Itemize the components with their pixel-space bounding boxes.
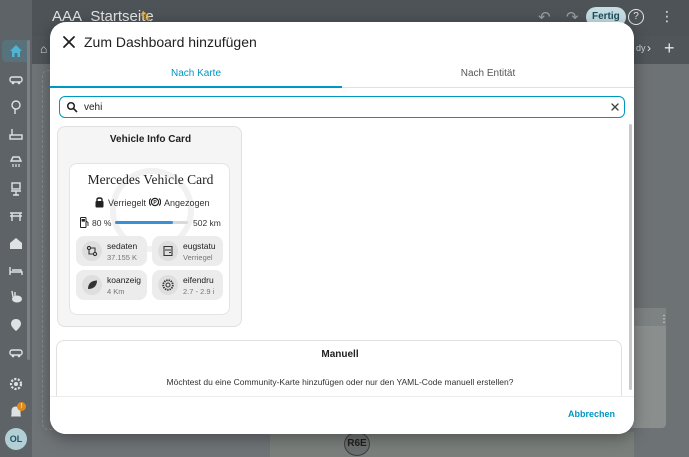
parking-brake-status: Angezogen	[164, 198, 210, 208]
add-to-dashboard-dialog: Zum Dashboard hinzufügen Nach Karte Nach…	[50, 22, 634, 434]
pin-icon[interactable]	[8, 99, 24, 115]
dialog-scrollbar[interactable]	[628, 120, 633, 396]
close-icon[interactable]	[60, 33, 78, 51]
tile-value: 37.155 K	[107, 253, 138, 262]
preview-tile-vehicle-status: eugstatu Verriegel	[152, 236, 223, 266]
car-door-icon	[158, 241, 178, 261]
view-tab-partial[interactable]: dy	[636, 43, 646, 53]
fuel-progress-fill	[115, 221, 174, 224]
manual-title: Manuell	[321, 349, 359, 360]
desk-chair-icon[interactable]	[8, 181, 24, 197]
desk-icon[interactable]	[8, 126, 24, 142]
trip-icon	[82, 241, 102, 261]
settings-gear-icon[interactable]	[8, 376, 24, 392]
tab-by-entity[interactable]: Nach Entität	[342, 62, 634, 88]
tile-name: eugstatu	[183, 241, 216, 251]
fuel-progress-bar	[115, 221, 188, 224]
tile-value: 4 Km	[107, 287, 125, 296]
shower-icon[interactable]	[8, 153, 24, 169]
card-options-icon[interactable]: ⋮	[659, 314, 669, 325]
user-avatar[interactable]: OL	[5, 428, 27, 450]
tile-value: Verriegel	[183, 253, 213, 262]
preview-status-row: Verriegelt P Angezogen	[70, 196, 229, 210]
dialog-footer: Abbrechen	[50, 396, 634, 434]
preview-tile-tire-pressure: eifendru 2.7 - 2.9 i	[152, 270, 223, 300]
parking-brake-icon: P	[149, 197, 161, 207]
card-result-vehicle-info[interactable]: Vehicle Info Card Mercedes Vehicle Card …	[57, 126, 242, 327]
map-strip: R6E	[270, 432, 634, 457]
map-marker[interactable]: R6E	[344, 432, 370, 456]
sidebar-scrollbar[interactable]	[27, 40, 30, 360]
clear-search-icon[interactable]	[609, 101, 621, 113]
scrollbar-thumb[interactable]	[629, 124, 632, 390]
preview-range-row: 80 % 502 km	[70, 217, 229, 229]
notification-badge: !	[17, 402, 26, 411]
tile-value: 2.7 - 2.9 i	[183, 287, 215, 296]
preview-vehicle-name: Mercedes Vehicle Card	[87, 172, 214, 187]
preview-tile-eco: koanzeig 4 Km	[76, 270, 147, 300]
house-icon[interactable]	[8, 235, 24, 251]
preview-tile-trip: sedaten 37.155 K	[76, 236, 147, 266]
home-tab-icon[interactable]: ⌂	[40, 42, 47, 56]
tile-name: eifendru	[183, 275, 214, 285]
map-card: ⋮	[630, 308, 669, 428]
tab-by-card[interactable]: Nach Karte	[50, 62, 342, 88]
dialog-tabs: Nach Karte Nach Entität	[50, 62, 634, 88]
table-icon[interactable]	[8, 208, 24, 224]
card-result-title: Vehicle Info Card	[109, 134, 192, 145]
cancel-button[interactable]: Abbrechen	[568, 409, 615, 419]
tile-name: koanzeig	[107, 275, 142, 285]
card-preview: Mercedes Vehicle Card Verriegelt P Angez…	[69, 163, 230, 315]
more-options-icon[interactable]: ⋮	[660, 8, 674, 25]
lock-status: Verriegelt	[108, 198, 147, 208]
fuel-percent: 80 %	[92, 218, 112, 228]
rabbit-icon[interactable]	[8, 289, 24, 305]
car-icon[interactable]	[8, 71, 24, 87]
dialog-header: Zum Dashboard hinzufügen	[50, 22, 634, 62]
lock-icon	[95, 197, 104, 208]
add-view-icon[interactable]: +	[664, 38, 675, 59]
dialog-title: Zum Dashboard hinzufügen	[84, 34, 257, 50]
leaf-icon	[82, 275, 102, 295]
map-marker-icon[interactable]	[8, 317, 24, 333]
active-tab-indicator	[50, 86, 342, 88]
manual-description: Möchtest du eine Community-Karte hinzufü…	[166, 377, 514, 387]
fuel-pump-icon	[80, 217, 89, 228]
tile-name: sedaten	[107, 241, 138, 251]
bed-icon[interactable]	[8, 262, 24, 278]
car-side-icon[interactable]	[8, 344, 24, 360]
sidebar: ! OL	[0, 0, 32, 457]
search-input[interactable]	[84, 99, 584, 115]
tire-icon	[158, 275, 178, 295]
card-search-box	[59, 96, 625, 118]
chevron-right-icon[interactable]: ›	[647, 41, 651, 55]
search-icon	[66, 101, 78, 113]
range-km: 502 km	[193, 218, 221, 228]
home-icon[interactable]	[8, 43, 24, 59]
